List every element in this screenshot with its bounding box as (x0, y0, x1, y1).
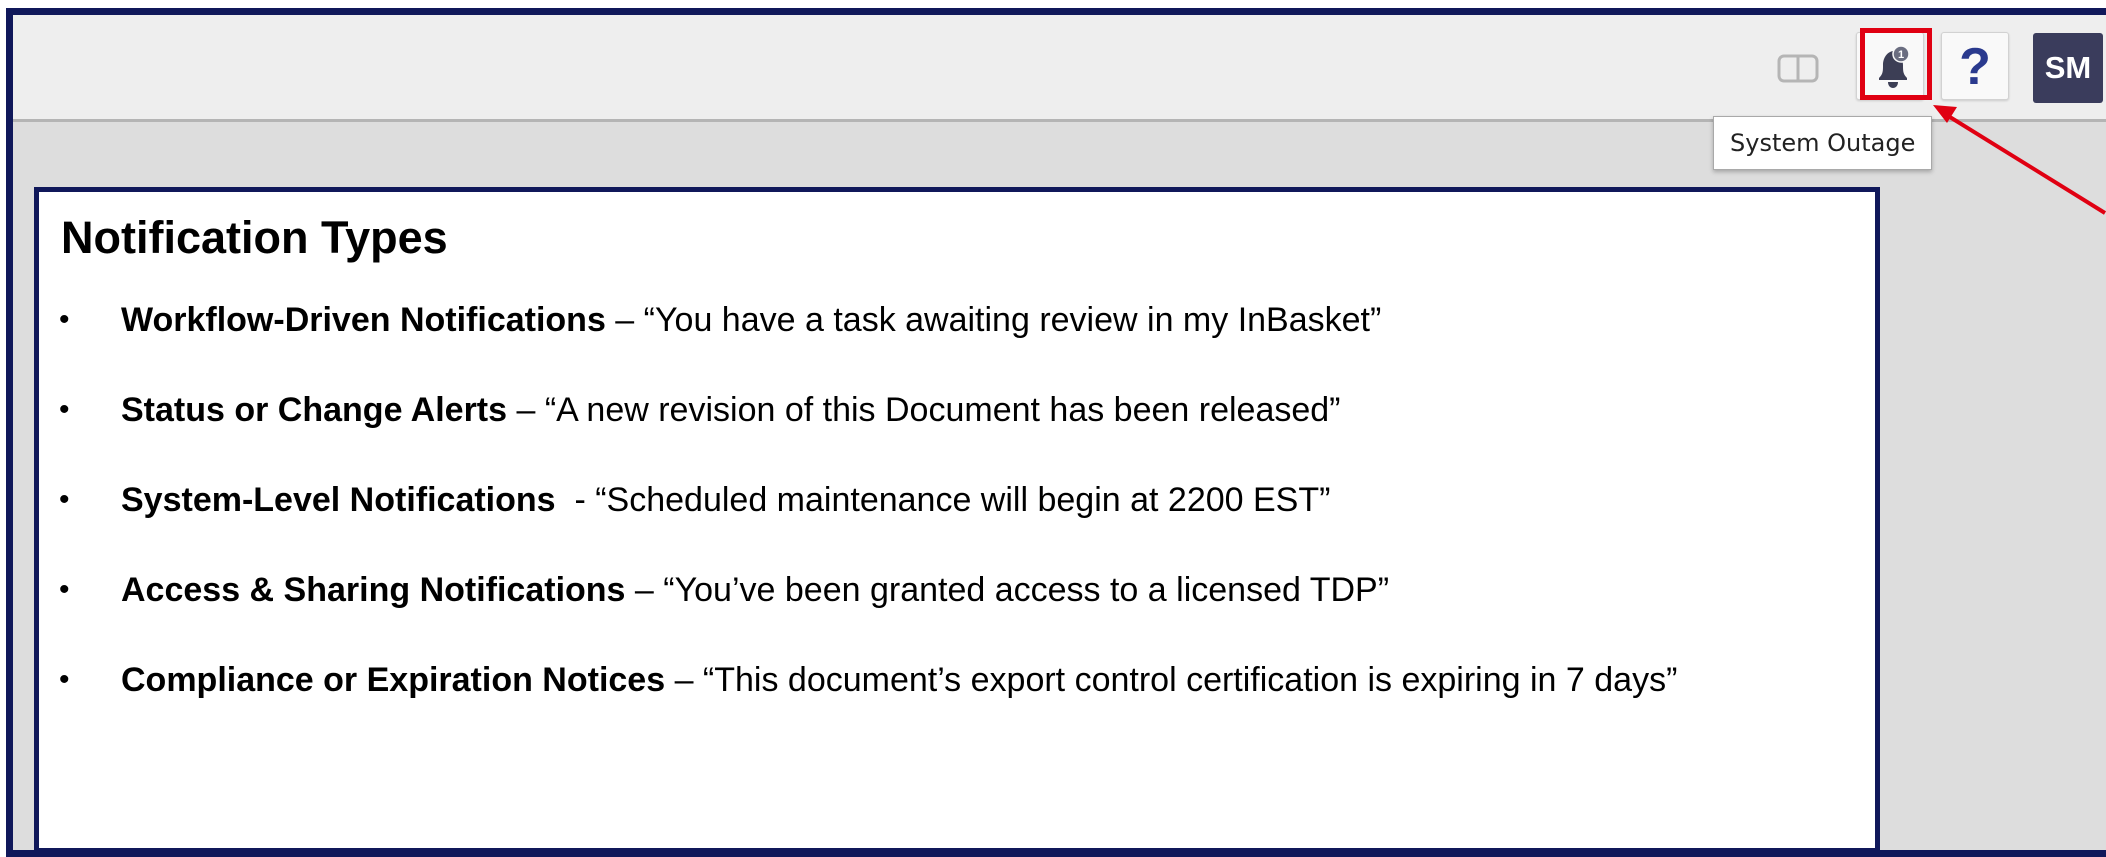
list-item: • Status or Change Alerts – “A new revis… (39, 390, 1869, 480)
user-avatar[interactable]: SM (2033, 33, 2103, 103)
help-button[interactable]: ? (1941, 32, 2009, 100)
list-item: • Compliance or Expiration Notices – “Th… (39, 660, 1869, 750)
split-view-button[interactable] (1761, 32, 1829, 100)
notification-types-panel: Notification Types • Workflow-Driven Not… (34, 187, 1880, 850)
top-toolbar: 1 ? SM (13, 15, 2106, 122)
bullet: • (59, 303, 70, 336)
item-label: Compliance or Expiration Notices (121, 661, 666, 699)
item-description: – “You’ve been granted access to a licen… (625, 571, 1390, 609)
item-label: Access & Sharing Notifications (121, 571, 626, 609)
panel-title: Notification Types (61, 212, 448, 263)
bullet: • (59, 573, 70, 606)
list-item: • Workflow-Driven Notifications – “You h… (39, 300, 1869, 390)
list-item: • System-Level Notifications - “Schedule… (39, 480, 1869, 570)
item-description: – “A new revision of this Document has b… (507, 391, 1341, 429)
item-label: Workflow-Driven Notifications (121, 301, 606, 339)
item-description: – “You have a task awaiting review in my… (605, 301, 1382, 339)
notification-highlight-box (1860, 28, 1932, 100)
list-item: • Access & Sharing Notifications – “You’… (39, 570, 1869, 660)
bullet: • (59, 663, 70, 696)
notification-tooltip: System Outage (1713, 116, 1933, 170)
item-label: Status or Change Alerts (121, 391, 508, 429)
item-description: – “This document’s export control certif… (665, 661, 1678, 699)
split-view-icon (1777, 54, 1819, 83)
item-description: - “Scheduled maintenance will begin at 2… (555, 481, 1331, 519)
bullet: • (59, 483, 70, 516)
item-label: System-Level Notifications (121, 481, 556, 519)
question-mark-icon: ? (1959, 38, 1991, 96)
notification-types-list: • Workflow-Driven Notifications – “You h… (39, 300, 1869, 750)
bullet: • (59, 393, 70, 426)
app-frame: 1 ? SM System Outage Notification Types … (6, 8, 2106, 857)
